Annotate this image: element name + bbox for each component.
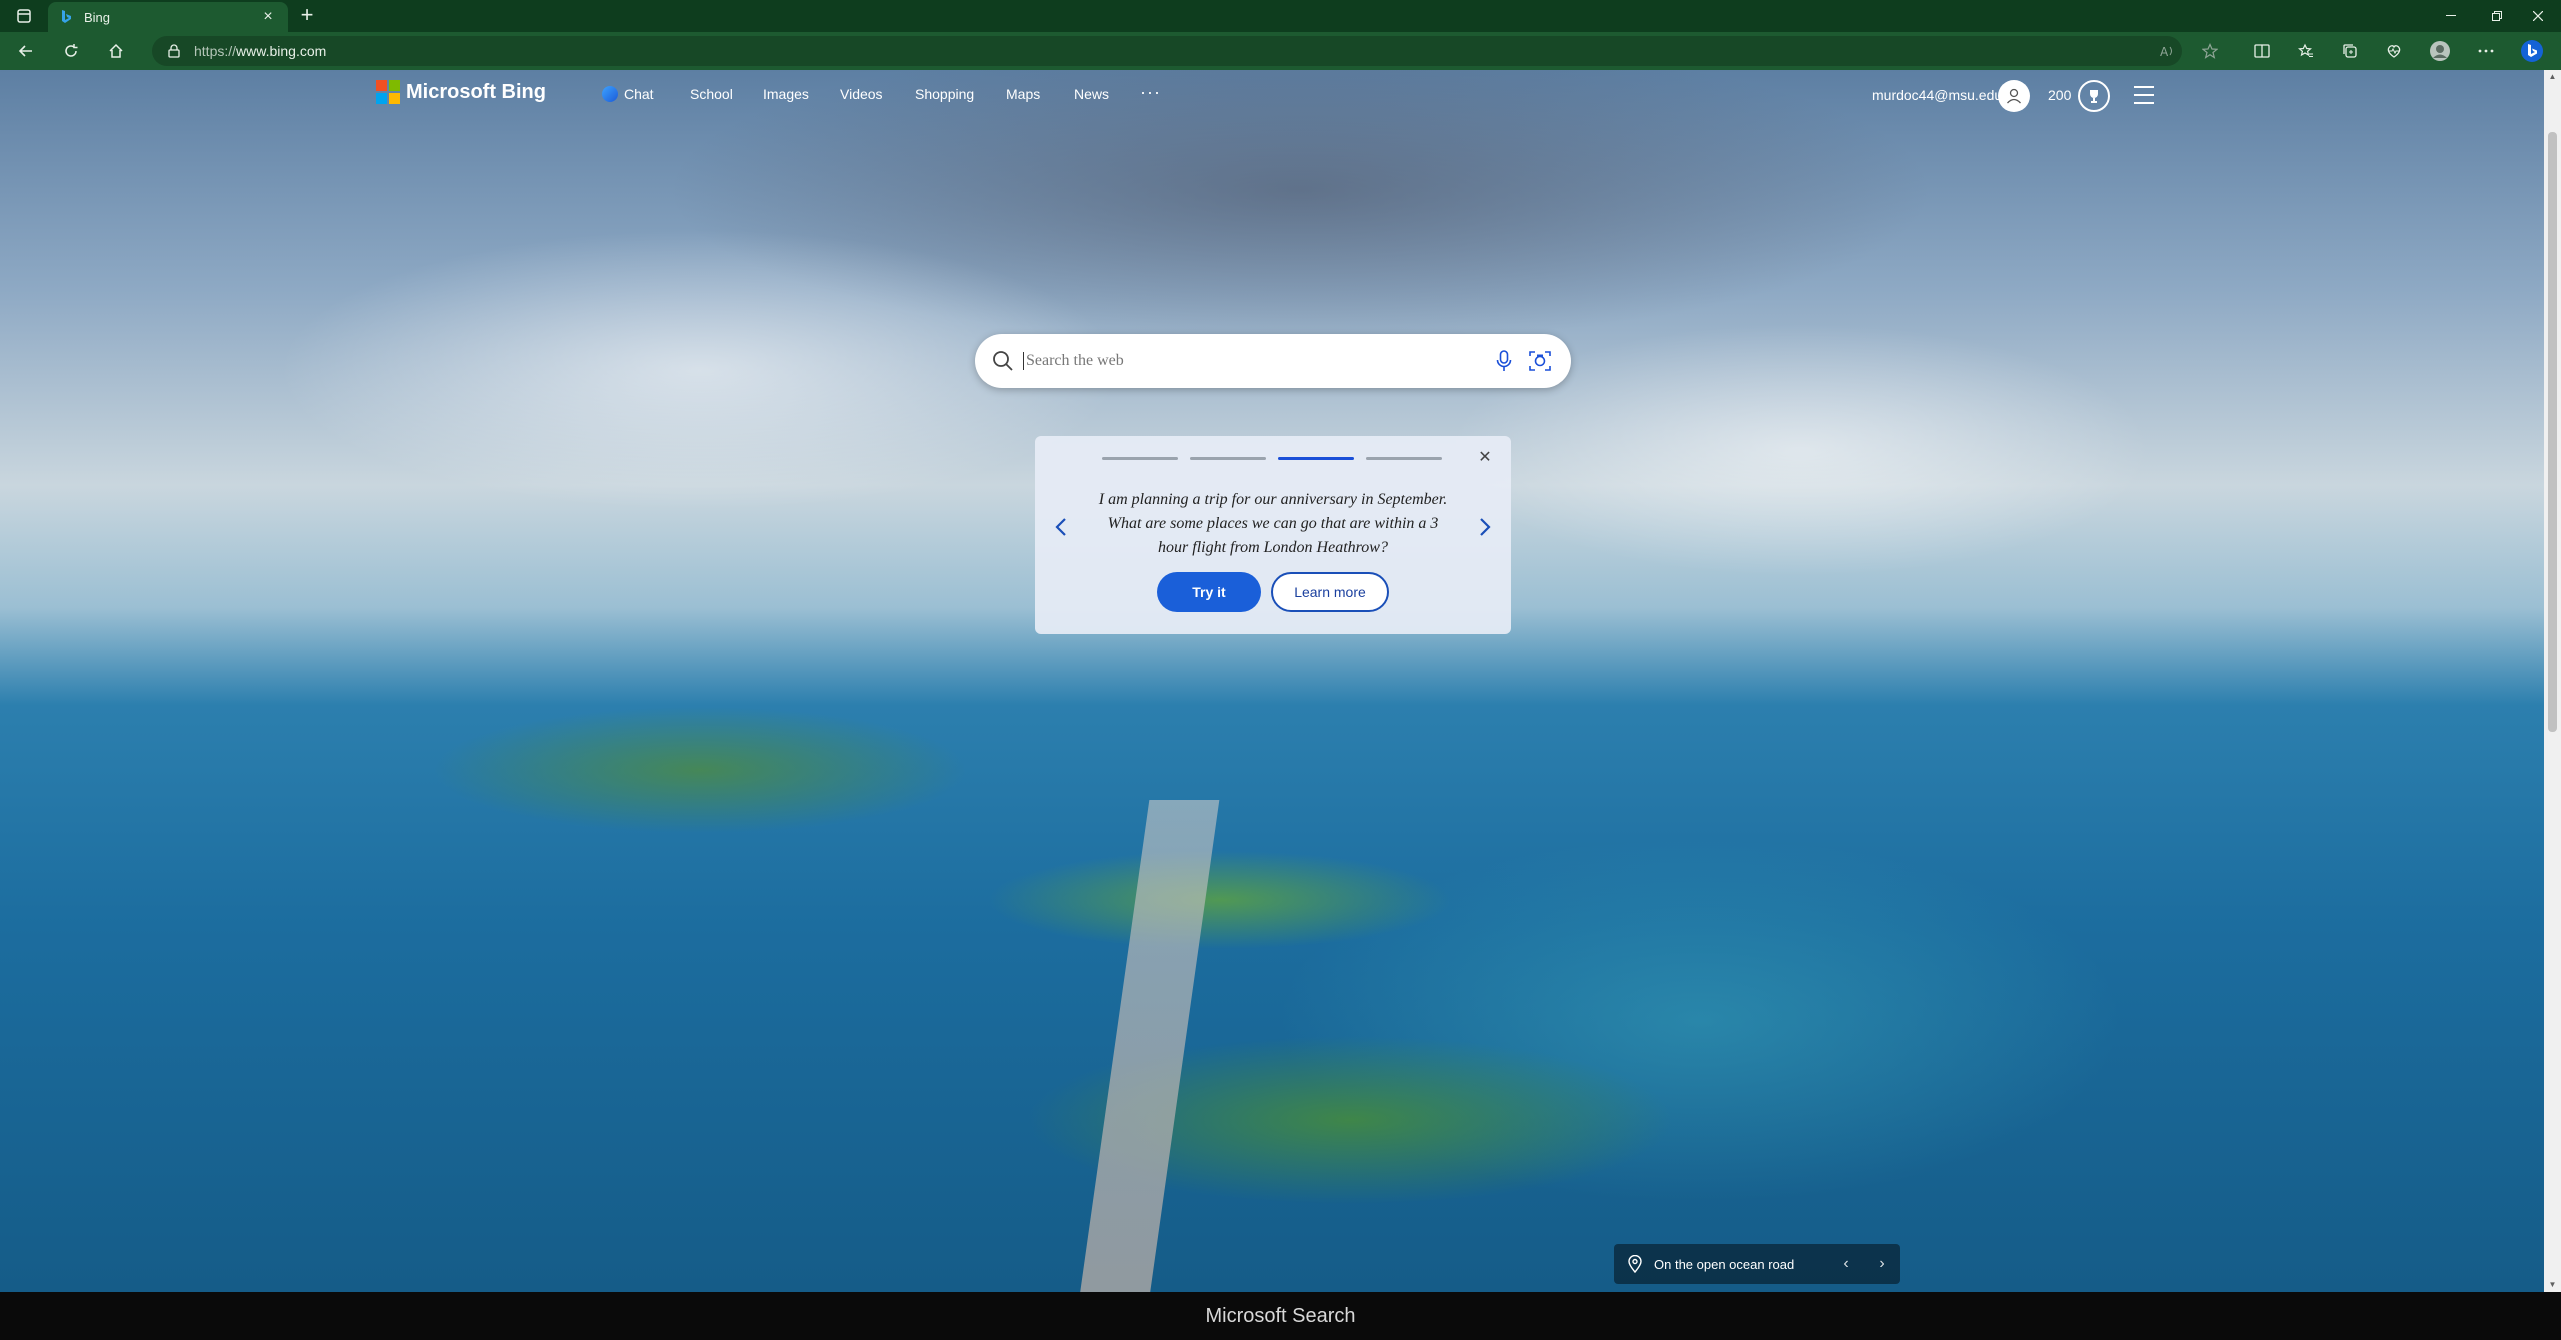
refresh-button[interactable] — [55, 36, 87, 66]
read-aloud-icon[interactable]: A — [2152, 36, 2184, 66]
url-host: www.bing.com — [236, 43, 327, 59]
restore-button[interactable] — [2474, 0, 2520, 32]
bing-header: Microsoft Bing Chat School Images Videos… — [0, 70, 2544, 120]
progress-step — [1102, 457, 1178, 460]
profile-avatar-icon[interactable] — [2424, 36, 2456, 66]
suggestion-message: I am planning a trip for our anniversary… — [1098, 491, 1448, 556]
browser-toolbar: https://www.bing.com A — [0, 32, 2561, 70]
image-info-bar: On the open ocean road ‹ › — [1614, 1244, 1900, 1284]
search-icon[interactable] — [991, 349, 1015, 373]
favorite-star-icon[interactable] — [2194, 36, 2226, 66]
page-scrollbar[interactable]: ▲ ▼ — [2544, 70, 2561, 1292]
split-screen-icon[interactable] — [2246, 36, 2278, 66]
visual-search-icon[interactable] — [1525, 346, 1555, 376]
nav-chat[interactable]: Chat — [602, 86, 654, 102]
progress-step-active — [1278, 457, 1354, 460]
tab-title: Bing — [84, 9, 111, 25]
scrollbar-thumb[interactable] — [2548, 132, 2557, 732]
background-bridge — [1070, 800, 1220, 1292]
nav-shopping[interactable]: Shopping — [915, 86, 974, 102]
bing-homepage-background — [0, 70, 2544, 1292]
close-window-button[interactable] — [2515, 0, 2561, 32]
home-button[interactable] — [100, 36, 132, 66]
back-button[interactable] — [10, 36, 42, 66]
learn-more-button[interactable]: Learn more — [1271, 572, 1389, 612]
browser-titlebar: Bing × + — [0, 0, 2561, 32]
scroll-down-arrow-icon[interactable]: ▼ — [2544, 1278, 2561, 1292]
try-it-button[interactable]: Try it — [1157, 572, 1261, 612]
chat-suggestion-card: ✕ I am planning a trip for our anniversa… — [1035, 436, 1511, 634]
suggestion-progress — [1102, 457, 1454, 460]
previous-image-icon[interactable]: ‹ — [1828, 1244, 1864, 1284]
search-input[interactable] — [1023, 352, 1483, 370]
next-image-icon[interactable]: › — [1864, 1244, 1900, 1284]
search-box — [975, 334, 1571, 388]
nav-news[interactable]: News — [1074, 86, 1109, 102]
browser-essentials-icon[interactable] — [2378, 36, 2410, 66]
user-avatar-icon[interactable] — [1998, 80, 2030, 112]
collections-icon[interactable] — [2334, 36, 2366, 66]
lock-icon[interactable] — [164, 41, 184, 61]
close-icon[interactable]: ✕ — [1475, 448, 1495, 468]
settings-menu-icon[interactable] — [2134, 86, 2154, 104]
microphone-icon[interactable] — [1489, 346, 1519, 376]
chevron-left-icon[interactable] — [1049, 512, 1073, 542]
nav-school[interactable]: School — [690, 86, 733, 102]
footer-text: Microsoft Search — [1205, 1304, 1356, 1327]
nav-maps[interactable]: Maps — [1006, 86, 1040, 102]
image-caption[interactable]: On the open ocean road — [1654, 1257, 1828, 1272]
microsoft-bing-logo[interactable]: Microsoft Bing — [376, 80, 546, 104]
location-pin-icon[interactable] — [1626, 1255, 1644, 1273]
url-text: https://www.bing.com — [194, 43, 326, 59]
user-email[interactable]: murdoc44@msu.edu — [1872, 87, 2002, 103]
tab-actions-icon[interactable] — [10, 6, 38, 26]
nav-more-button[interactable]: ··· — [1140, 82, 1161, 103]
microsoft-logo-icon — [376, 80, 400, 104]
bing-favicon-icon — [58, 9, 74, 25]
nav-chat-label: Chat — [624, 86, 654, 102]
rewards-points[interactable]: 200 — [2048, 87, 2071, 103]
settings-more-icon[interactable] — [2470, 36, 2502, 66]
rewards-trophy-icon[interactable] — [2078, 80, 2110, 112]
chevron-right-icon[interactable] — [1473, 512, 1497, 542]
bing-copilot-icon[interactable] — [2516, 36, 2548, 66]
chat-icon — [602, 86, 618, 102]
logo-text: Microsoft Bing — [406, 80, 546, 103]
nav-videos[interactable]: Videos — [840, 86, 883, 102]
progress-step — [1366, 457, 1442, 460]
taskbar-footer: Microsoft Search — [0, 1292, 2561, 1340]
address-bar[interactable]: https://www.bing.com — [152, 36, 2182, 66]
scroll-up-arrow-icon[interactable]: ▲ — [2544, 70, 2561, 84]
minimize-button[interactable] — [2428, 0, 2474, 32]
progress-step — [1190, 457, 1266, 460]
new-tab-button[interactable]: + — [294, 4, 320, 28]
svg-text:A: A — [2160, 45, 2169, 58]
url-protocol: https:// — [194, 43, 237, 59]
favorites-icon[interactable] — [2290, 36, 2322, 66]
nav-images[interactable]: Images — [763, 86, 809, 102]
browser-tab-bing[interactable]: Bing × — [48, 2, 288, 32]
tab-close-icon[interactable]: × — [258, 8, 278, 26]
